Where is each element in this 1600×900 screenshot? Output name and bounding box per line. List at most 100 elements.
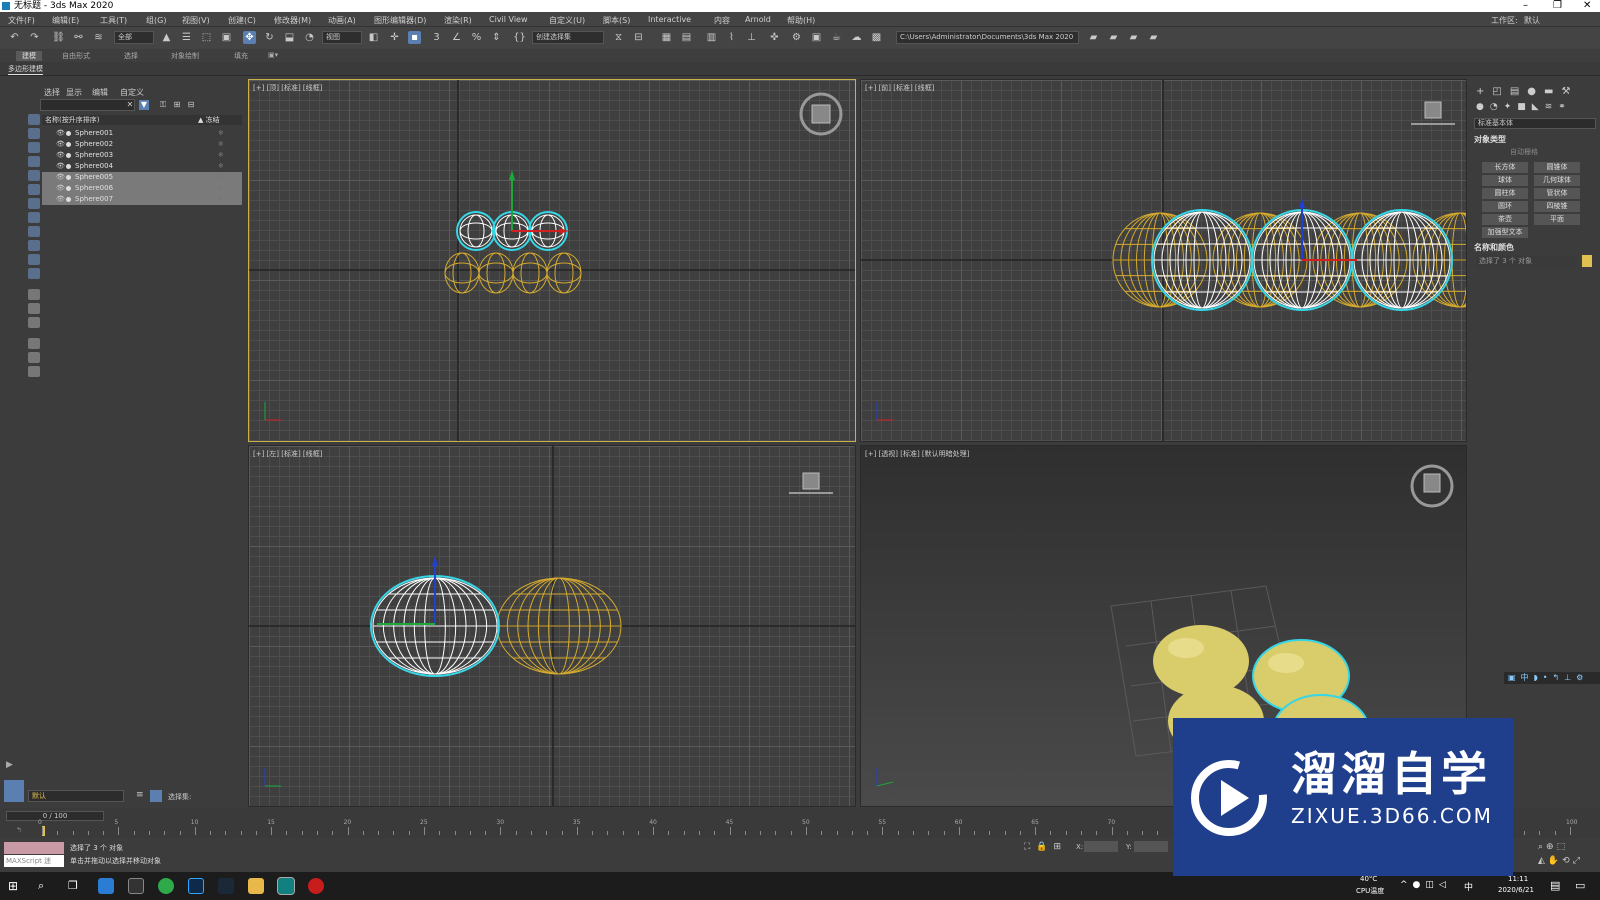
create-primitive-button[interactable]: 加强型文本 [1482, 227, 1528, 238]
filter-spacewarps-icon[interactable] [28, 184, 40, 195]
notification-icon[interactable]: ▤ [1550, 879, 1560, 892]
create-primitive-button[interactable]: 圆环 [1482, 201, 1528, 212]
freeze-icon[interactable]: ❄ [218, 128, 224, 139]
column-frozen[interactable]: ▲ 冻结 [198, 115, 220, 125]
sphere-selected[interactable] [1151, 209, 1253, 311]
explorer-tab-select[interactable]: 选择 [44, 87, 60, 98]
undo-icon[interactable]: ↶ [8, 31, 21, 44]
menu-group[interactable]: 组(G) [146, 15, 166, 26]
menu-views[interactable]: 视图(V) [182, 15, 210, 26]
viewcube-icon[interactable] [789, 472, 833, 494]
steam-icon[interactable] [218, 878, 234, 894]
select-scale-icon[interactable]: ⬓ [283, 31, 296, 44]
menu-rendering[interactable]: 渲染(R) [444, 15, 472, 26]
sphere-wire[interactable] [478, 252, 514, 294]
shapes-icon[interactable]: ◔ [1490, 102, 1504, 112]
freeze-icon[interactable]: ❄ [218, 150, 224, 161]
window-crossing-icon[interactable]: ▣ [220, 31, 233, 44]
tray-app-icon[interactable]: ● [1413, 880, 1426, 890]
helpers-icon[interactable]: ◣ [1532, 102, 1545, 112]
material-editor-icon[interactable]: ✜ [768, 31, 781, 44]
viewport-top[interactable]: [+] [顶] [标准] [线框] [248, 79, 856, 442]
ribbon-tab-selection[interactable]: 选择 [124, 51, 138, 61]
viewcube-icon[interactable] [1411, 101, 1455, 125]
3dsmax-taskbar-icon[interactable] [277, 877, 295, 895]
maxscript-listener-red[interactable] [4, 842, 64, 854]
visibility-eye-icon[interactable]: 👁 [56, 139, 65, 150]
sphere-shaded[interactable] [1153, 625, 1249, 697]
unlink-icon[interactable]: ⚯ [72, 31, 85, 44]
selection-filter-dropdown[interactable]: 全部 [114, 31, 154, 44]
sphere-wire[interactable] [444, 252, 480, 294]
funnel-options-icon[interactable] [28, 352, 40, 363]
render-dot-icon[interactable] [66, 131, 71, 136]
ime-toolbar[interactable]: ▣中◗•↰⊥⚙ [1504, 672, 1600, 684]
browser-icon[interactable] [98, 878, 114, 894]
freeze-icon[interactable]: ❄ [218, 172, 224, 183]
systems-icon[interactable]: ⚭ [1558, 102, 1572, 112]
explorer-row[interactable]: 👁 Sphere004 ❄ [42, 161, 242, 172]
explorer-search-input[interactable] [40, 99, 135, 111]
workspace-dropdown[interactable]: 默认 [1524, 15, 1540, 26]
render-dot-icon[interactable] [66, 142, 71, 147]
toggle-ribbon-icon[interactable]: ▥ [705, 31, 718, 44]
create-primitive-button[interactable]: 几何球体 [1534, 175, 1580, 186]
filter-geometry-icon[interactable] [28, 114, 40, 125]
menu-help[interactable]: 帮助(H) [787, 15, 815, 26]
select-rotate-icon[interactable]: ↻ [263, 31, 276, 44]
menu-interactive[interactable]: Interactive [648, 15, 691, 24]
visibility-eye-icon[interactable]: 👁 [56, 183, 65, 194]
object-color-swatch[interactable] [1582, 255, 1592, 267]
visibility-eye-icon[interactable]: 👁 [56, 150, 65, 161]
object-name-field[interactable]: 选择了 3 个 对象 [1476, 255, 1578, 267]
maximize-icon[interactable]: ❐ [1553, 0, 1562, 12]
ribbon-tab-populate[interactable]: 填充 [234, 51, 248, 61]
time-slider[interactable]: 0 / 100 [6, 811, 104, 821]
pivot-center-icon[interactable]: ◧ [367, 31, 380, 44]
orbit-icon[interactable]: ⟲ [1562, 856, 1573, 866]
viewport-label[interactable]: [+] [透视] [标准] [默认明暗处理] [865, 449, 969, 459]
cameras-icon[interactable]: ■ [1517, 102, 1532, 112]
layer-list-icon[interactable]: ≡ [136, 790, 148, 802]
explorer-tab-customize[interactable]: 自定义 [120, 87, 144, 98]
freeze-icon[interactable]: ❄ [218, 194, 224, 205]
rollout-name-color[interactable]: 名称和颜色 [1474, 242, 1514, 253]
freeze-icon[interactable]: ❄ [218, 161, 224, 172]
create-primitive-button[interactable]: 茶壶 [1482, 214, 1528, 225]
layer-icon[interactable] [28, 366, 40, 377]
filter-bones-icon[interactable] [28, 226, 40, 237]
panel-tabs[interactable]: +◰▤●▬⚒ [1476, 86, 1578, 97]
display-tab-icon[interactable]: ▬ [1544, 86, 1561, 97]
create-primitive-button[interactable]: 长方体 [1482, 162, 1528, 173]
create-primitive-button[interactable]: 圆锥体 [1534, 162, 1580, 173]
pan-icon[interactable]: ✋ [1548, 856, 1562, 866]
named-selection-dropdown[interactable]: 创建选择集 [532, 31, 604, 44]
percent-snap-icon[interactable]: % [470, 31, 483, 44]
explorer-row[interactable]: 👁 Sphere003 ❄ [42, 150, 242, 161]
filter-groups-icon[interactable] [28, 198, 40, 209]
redo-icon[interactable]: ↷ [28, 31, 41, 44]
menu-customize[interactable]: 自定义(U) [549, 15, 585, 26]
ribbon-polygon-modeling[interactable]: 多边形建模 [8, 64, 43, 75]
viewport-nav-icons-2[interactable]: ◭✋⟲⤢ [1538, 856, 1583, 866]
select-move-icon[interactable]: ✥ [243, 31, 256, 44]
menu-file[interactable]: 文件(F) [8, 15, 35, 26]
viewport-nav-icons[interactable]: ⌕⊕⬚ [1538, 842, 1568, 852]
utilities-tab-icon[interactable]: ⚒ [1561, 86, 1578, 97]
funnel-icon[interactable] [28, 338, 40, 349]
maxscript-input[interactable]: MAXScript 迷 [4, 855, 64, 867]
photoshop-icon[interactable] [188, 878, 204, 894]
ime-indicator[interactable]: 中 [1464, 880, 1473, 893]
lock-icon[interactable]: ⚿ [158, 100, 168, 110]
explorer-row[interactable]: 👁 Sphere007 ❄ [42, 194, 242, 205]
modify-tab-icon[interactable]: ◰ [1492, 86, 1509, 97]
menu-graph-editors[interactable]: 图形编辑器(D) [374, 15, 426, 26]
bind-space-warp-icon[interactable]: ≋ [92, 31, 105, 44]
column-name[interactable]: 名称(按升序排序) [45, 115, 99, 125]
ribbon-tab-object-paint[interactable]: 对象绘制 [171, 51, 199, 61]
transform-mode-icon[interactable]: ⊞ [1054, 842, 1068, 852]
minimize-icon[interactable]: – [1523, 0, 1528, 12]
start-icon[interactable]: ⊞ [8, 879, 18, 893]
project-settings-icon[interactable]: ▰ [1147, 31, 1160, 44]
create-primitive-button[interactable]: 圆柱体 [1482, 188, 1528, 199]
